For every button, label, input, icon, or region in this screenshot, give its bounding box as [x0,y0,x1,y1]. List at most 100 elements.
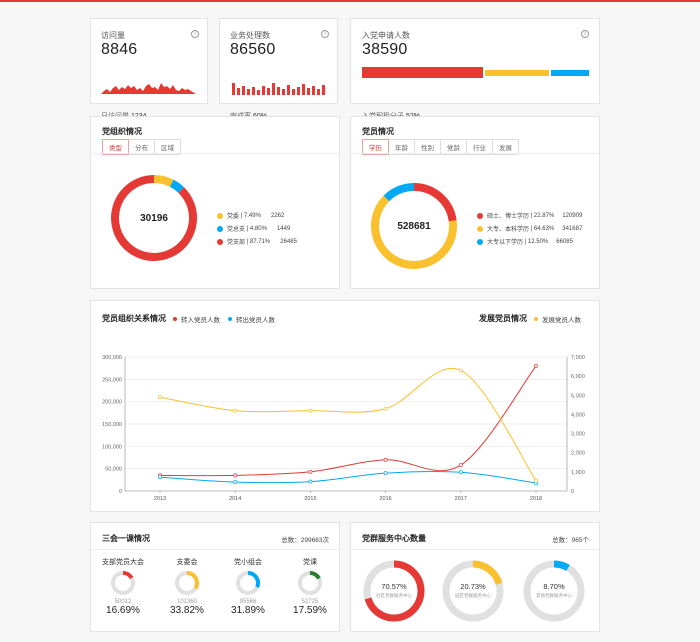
data-point [534,363,538,368]
applicants-bar-red [362,67,483,78]
series-line [159,470,537,484]
meeting-donut [175,571,199,595]
y2-tick-label: 3,000 [571,432,585,438]
relation-line-chart: 0 50,000 100,000 150,000 200,000 250,000 300,0… [102,355,585,502]
donut-slice [472,560,503,585]
center-donut [523,560,585,622]
data-point [383,471,388,476]
donut-slice [309,571,321,580]
meeting-pct: 33.82% [170,605,204,616]
visits-value: 8846 [101,41,138,58]
meeting-item: 支委会 101360 33.82% [152,557,222,616]
series-line [159,367,537,481]
x-tick-label: 2014 [229,496,241,502]
legend-name: 党支部 [227,240,246,246]
y-tick-label: 50,000 [105,467,122,473]
legend-name: 党总支 [227,227,246,233]
members-card: 党员情况 学历 年龄 性别 党龄 行业 发展 528681 硕士、博士学历 | … [350,116,600,289]
y2-tick-label: 5,000 [571,393,585,399]
meetings-card: 三会一课情况 总数：299663次 支部党员大会 50012 16.69% 支委会 10… [90,522,340,632]
center-donut [442,560,504,622]
x-tick-label: 2018 [530,496,542,502]
legend-item: 大专、本科学历 | 64.63% 341687 [477,224,582,233]
legend-pct: 12.50% [527,238,549,245]
y2-tick-label: 6,000 [571,374,585,380]
meeting-name: 支部党员大会 [102,559,144,566]
meeting-pct: 17.59% [293,605,327,616]
visits-card: 访问量 i 8846 日访问量 1234 [90,18,208,120]
x-tick-label: 2016 [379,496,391,502]
business-bars [232,83,325,95]
data-point [233,480,238,485]
donut-slice [383,183,415,202]
legend-count: 26485 [280,238,297,245]
center-pct: 70.57% [381,582,407,591]
info-icon[interactable]: i [191,30,199,38]
top-accent-line [0,0,700,2]
legend-item: 硕士、博士学历 | 22.87% 120909 [477,211,582,220]
legend-name: 硕士、博士学历 [487,214,530,220]
centers-title: 党群服务中心数量 [362,534,426,543]
applicants-card: 入党申请人数 i 38590 入党积极分子 52% [350,18,600,120]
data-point [458,470,463,475]
visits-sparkline [101,83,196,94]
y-tick-label: 150,000 [102,422,122,428]
center-pct: 20.73% [460,582,486,591]
legend-item: 大专以下学历 | 12.50% 66085 [477,237,582,246]
meeting-donut [236,571,260,595]
members-legend: 硕士、博士学历 | 22.87% 120909 大专、本科学历 | 64.63% 3… [477,211,582,250]
data-point [233,408,238,413]
legend-count: 1449 [276,225,291,232]
total-value: 299663次 [300,537,329,544]
info-icon[interactable]: i [581,30,589,38]
x-tick-label: 2017 [455,496,467,502]
y2-tick-label: 1,000 [571,470,585,476]
legend-item: 党总支 | 4.80% 1449 [217,224,297,233]
total-value: 965个 [571,537,589,544]
meeting-name: 党课 [303,559,317,566]
org-card: 党组织情况 类型 分布 区域 30196 党委 | 7.49% 2262 党总支 … [90,116,340,289]
applicants-bar-blue [551,70,589,76]
members-title: 党员情况 [362,127,394,136]
total-label: 总数： [281,537,301,544]
data-point [534,478,538,483]
center-donut [363,560,425,622]
legend-count: 2262 [270,212,285,219]
center-item: 20.73% 园区党群服务中心 [441,559,505,623]
center-name: 社区党群服务中心 [376,593,412,598]
legend-pct: 87.71% [249,238,271,245]
legend-pct: 4.80% [249,225,267,232]
total-label: 总数： [552,537,572,544]
meeting-name: 支委会 [176,559,198,566]
org-title: 党组织情况 [102,127,142,136]
data-point [158,475,162,480]
org-center-value: 30196 [140,213,168,224]
legend-count: 120909 [562,212,583,219]
donut-slice [153,175,174,187]
legend-count: 341687 [562,225,583,232]
meeting-item: 党课 52725 17.59% [275,557,345,616]
y-tick-label: 300,000 [102,355,122,361]
x-tick-label: 2013 [154,496,166,502]
donut-slice [553,560,570,572]
applicants-value: 38590 [362,41,408,58]
applicants-label: 入党申请人数 [362,31,410,40]
y2-tick-label: 2,000 [571,451,585,457]
info-icon[interactable]: i [321,30,329,38]
business-card: 业务处理数 i 86560 完成率 60% [219,18,338,120]
data-point [458,463,463,468]
meeting-donut [298,571,322,595]
business-label: 业务处理数 [230,31,270,40]
center-item: 70.57% 社区党群服务中心 [362,559,426,623]
data-point [233,473,238,478]
data-point [308,479,313,484]
donut-slice [122,571,134,580]
legend-count: 66085 [556,238,573,245]
meeting-pct: 16.69% [106,605,140,616]
centers-total: 总数：965个 [552,534,589,544]
y2-tick-label: 0 [571,489,574,495]
legend-item: 党委 | 7.49% 2262 [217,211,297,220]
legend-pct: 64.63% [533,225,555,232]
legend-pct: 7.49% [243,212,261,219]
org-legend: 党委 | 7.49% 2262 党总支 | 4.80% 1449 党支部 | 87.… [217,211,297,250]
